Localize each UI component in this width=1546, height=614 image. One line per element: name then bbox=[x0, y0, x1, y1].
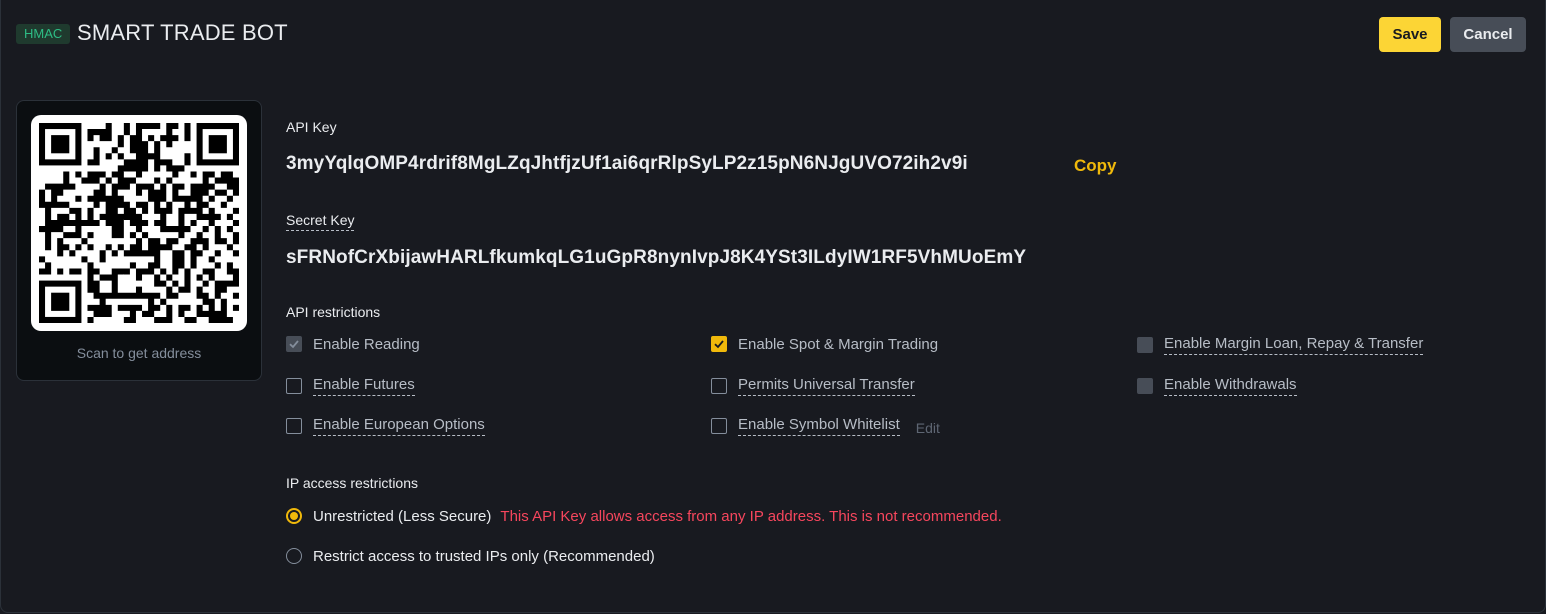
option-label: Enable European Options bbox=[313, 416, 485, 436]
secret-key-label: Secret Key bbox=[286, 212, 355, 231]
radio-restrict-trusted-ips[interactable]: Restrict access to trusted IPs only (Rec… bbox=[286, 546, 655, 566]
radio-unrestricted[interactable]: Unrestricted (Less Secure) This API Key … bbox=[286, 506, 1002, 526]
option-enable-futures[interactable]: Enable Futures bbox=[286, 376, 415, 396]
edit-whitelist-link[interactable]: Edit bbox=[916, 420, 940, 436]
api-key-title: SMART TRADE BOT bbox=[77, 20, 288, 45]
option-enable-european-options[interactable]: Enable European Options bbox=[286, 416, 485, 436]
unrestricted-warning: This API Key allows access from any IP a… bbox=[500, 507, 1002, 525]
checkbox-futures[interactable] bbox=[286, 378, 302, 394]
option-enable-spot-margin-trading[interactable]: Enable Spot & Margin Trading bbox=[711, 334, 938, 354]
qr-card: Scan to get address bbox=[16, 100, 262, 381]
checkbox-symbol-whitelist[interactable] bbox=[711, 418, 727, 434]
option-label: Enable Futures bbox=[313, 376, 415, 396]
option-permits-universal-transfer[interactable]: Permits Universal Transfer bbox=[711, 376, 915, 396]
option-enable-margin-loan: Enable Margin Loan, Repay & Transfer bbox=[1137, 335, 1424, 355]
radio-label: Unrestricted (Less Secure) bbox=[313, 507, 492, 525]
radio-label: Restrict access to trusted IPs only (Rec… bbox=[313, 547, 655, 565]
api-key-panel: HMAC SMART TRADE BOT Save Cancel Scan to… bbox=[0, 0, 1546, 613]
api-key-value: 3myYqlqOMP4rdrif8MgLZqJhtfjzUf1ai6qrRlpS… bbox=[286, 153, 968, 174]
option-label: Enable Margin Loan, Repay & Transfer bbox=[1164, 335, 1424, 355]
hmac-badge: HMAC bbox=[16, 24, 71, 44]
cancel-button[interactable]: Cancel bbox=[1450, 17, 1526, 52]
checkbox-european-options[interactable] bbox=[286, 418, 302, 434]
option-label: Enable Spot & Margin Trading bbox=[738, 335, 939, 353]
copy-api-key-button[interactable]: Copy bbox=[1074, 156, 1117, 176]
api-key-label: API Key bbox=[286, 119, 337, 135]
option-label: Enable Withdrawals bbox=[1164, 376, 1297, 396]
checkbox-universal-transfer[interactable] bbox=[711, 378, 727, 394]
checkbox-margin-loan bbox=[1137, 337, 1153, 353]
option-label: Enable Symbol Whitelist bbox=[738, 416, 900, 436]
checkbox-withdrawals bbox=[1137, 378, 1153, 394]
qr-code-frame bbox=[31, 115, 247, 331]
api-restrictions-heading: API restrictions bbox=[286, 304, 381, 320]
qr-code-image bbox=[39, 123, 239, 323]
option-label: Enable Reading bbox=[313, 335, 420, 353]
option-enable-withdrawals: Enable Withdrawals bbox=[1137, 376, 1297, 396]
radio-button-restrict[interactable] bbox=[286, 548, 302, 564]
qr-caption: Scan to get address bbox=[76, 345, 202, 361]
option-enable-symbol-whitelist[interactable]: Enable Symbol Whitelist Edit bbox=[711, 416, 940, 436]
save-button[interactable]: Save bbox=[1379, 17, 1441, 52]
secret-key-value: sFRNofCrXbijawHARLfkumkqLG1uGpR8nynIvpJ8… bbox=[286, 247, 1027, 268]
ip-restrictions-heading: IP access restrictions bbox=[286, 475, 419, 491]
checkbox-spot-margin[interactable] bbox=[711, 336, 727, 352]
option-label: Permits Universal Transfer bbox=[738, 376, 915, 396]
radio-button-unrestricted[interactable] bbox=[286, 508, 302, 524]
checkbox-reading bbox=[286, 336, 302, 352]
option-enable-reading: Enable Reading bbox=[286, 334, 420, 354]
